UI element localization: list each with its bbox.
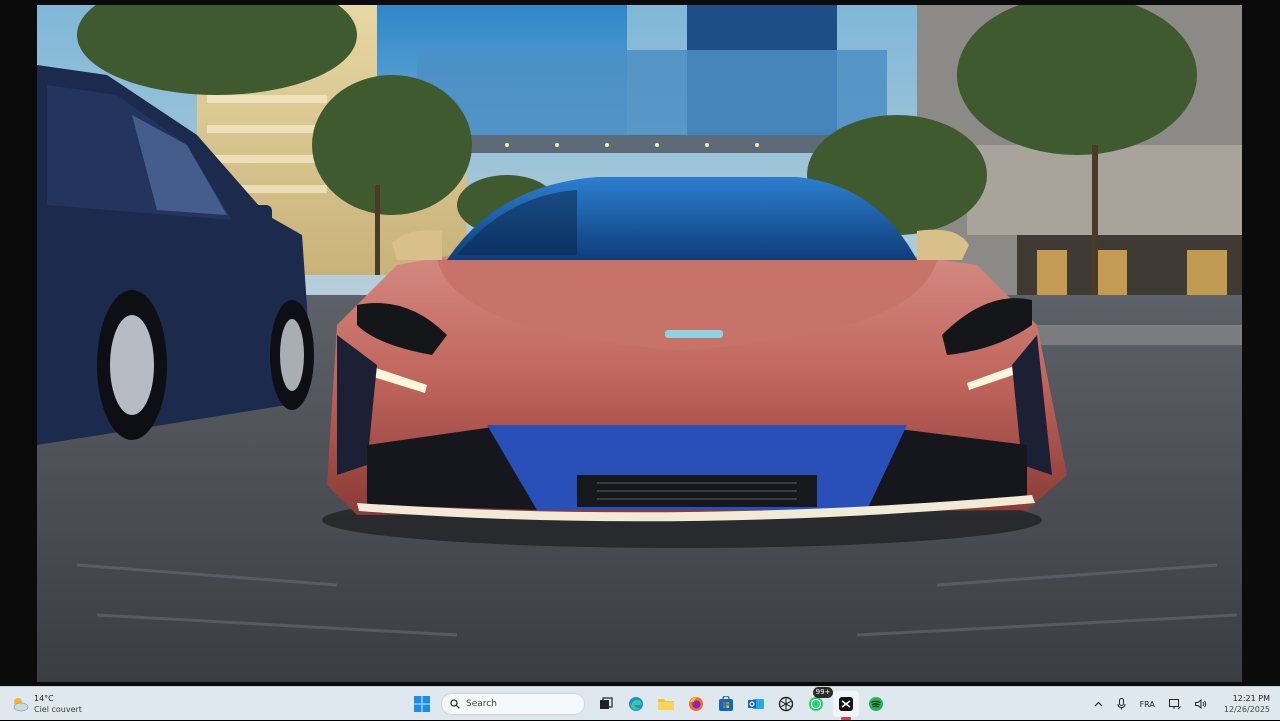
weather-temperature: 14°C — [34, 694, 54, 703]
cloud-sun-icon — [13, 698, 29, 712]
firefox-button[interactable] — [683, 691, 709, 717]
folder-icon — [658, 699, 674, 710]
microphone-tray-button[interactable] — [1117, 698, 1126, 710]
input-language-indicator[interactable]: FRA — [1140, 700, 1155, 709]
system-tray: FRA 12:21 PM 12/26/2025 — [1087, 687, 1270, 721]
video-player[interactable] — [0, 0, 1280, 686]
microsoft-store-button[interactable] — [713, 691, 739, 717]
store-icon — [719, 696, 733, 711]
volume-tray-button[interactable] — [1194, 699, 1207, 709]
outlook-button[interactable] — [743, 691, 769, 717]
chatgpt-icon — [778, 696, 794, 712]
car-scene-image — [37, 5, 1242, 682]
file-explorer-button[interactable] — [653, 691, 679, 717]
weather-widget[interactable]: 14°C Ciel couvert — [10, 689, 82, 719]
network-tray-button[interactable] — [1168, 698, 1181, 710]
taskbar-search-box[interactable]: Search — [441, 693, 585, 715]
edge-icon — [629, 697, 643, 711]
chatgpt-button[interactable] — [773, 691, 799, 717]
capcut-icon — [839, 697, 853, 711]
task-view-icon — [600, 697, 613, 709]
capcut-button[interactable] — [833, 691, 859, 720]
clock-date: 12/26/2025 — [1223, 705, 1270, 714]
task-view-button[interactable] — [593, 691, 619, 717]
spotify-icon — [869, 697, 883, 711]
spotify-button[interactable] — [863, 691, 889, 717]
outlook-icon — [748, 699, 764, 709]
whatsapp-button[interactable]: 99+ — [803, 687, 833, 717]
taskbar-app-icons: Search 99+ — [407, 687, 891, 721]
whatsapp-icon — [809, 697, 823, 711]
search-icon — [450, 699, 460, 709]
network-icon — [1168, 698, 1181, 709]
windows-icon — [414, 696, 430, 712]
clock-time: 12:21 PM — [1232, 694, 1270, 703]
video-frame-image[interactable] — [37, 5, 1242, 682]
edge-button[interactable] — [623, 691, 649, 717]
start-button[interactable] — [409, 691, 435, 717]
search-placeholder: Search — [466, 699, 497, 709]
show-hidden-icons-button[interactable] — [1094, 701, 1103, 707]
weather-description: Ciel couvert — [34, 705, 82, 714]
chevron-up-icon — [1094, 701, 1103, 707]
whatsapp-unread-badge: 99+ — [813, 687, 833, 698]
microphone-icon — [1117, 698, 1126, 710]
speaker-icon — [1194, 699, 1207, 709]
taskbar-clock[interactable]: 12:21 PM 12/26/2025 — [1224, 693, 1270, 715]
firefox-icon — [689, 697, 703, 711]
windows-taskbar: 14°C Ciel couvert Search 99+ FRA 12:21 P… — [0, 686, 1280, 720]
